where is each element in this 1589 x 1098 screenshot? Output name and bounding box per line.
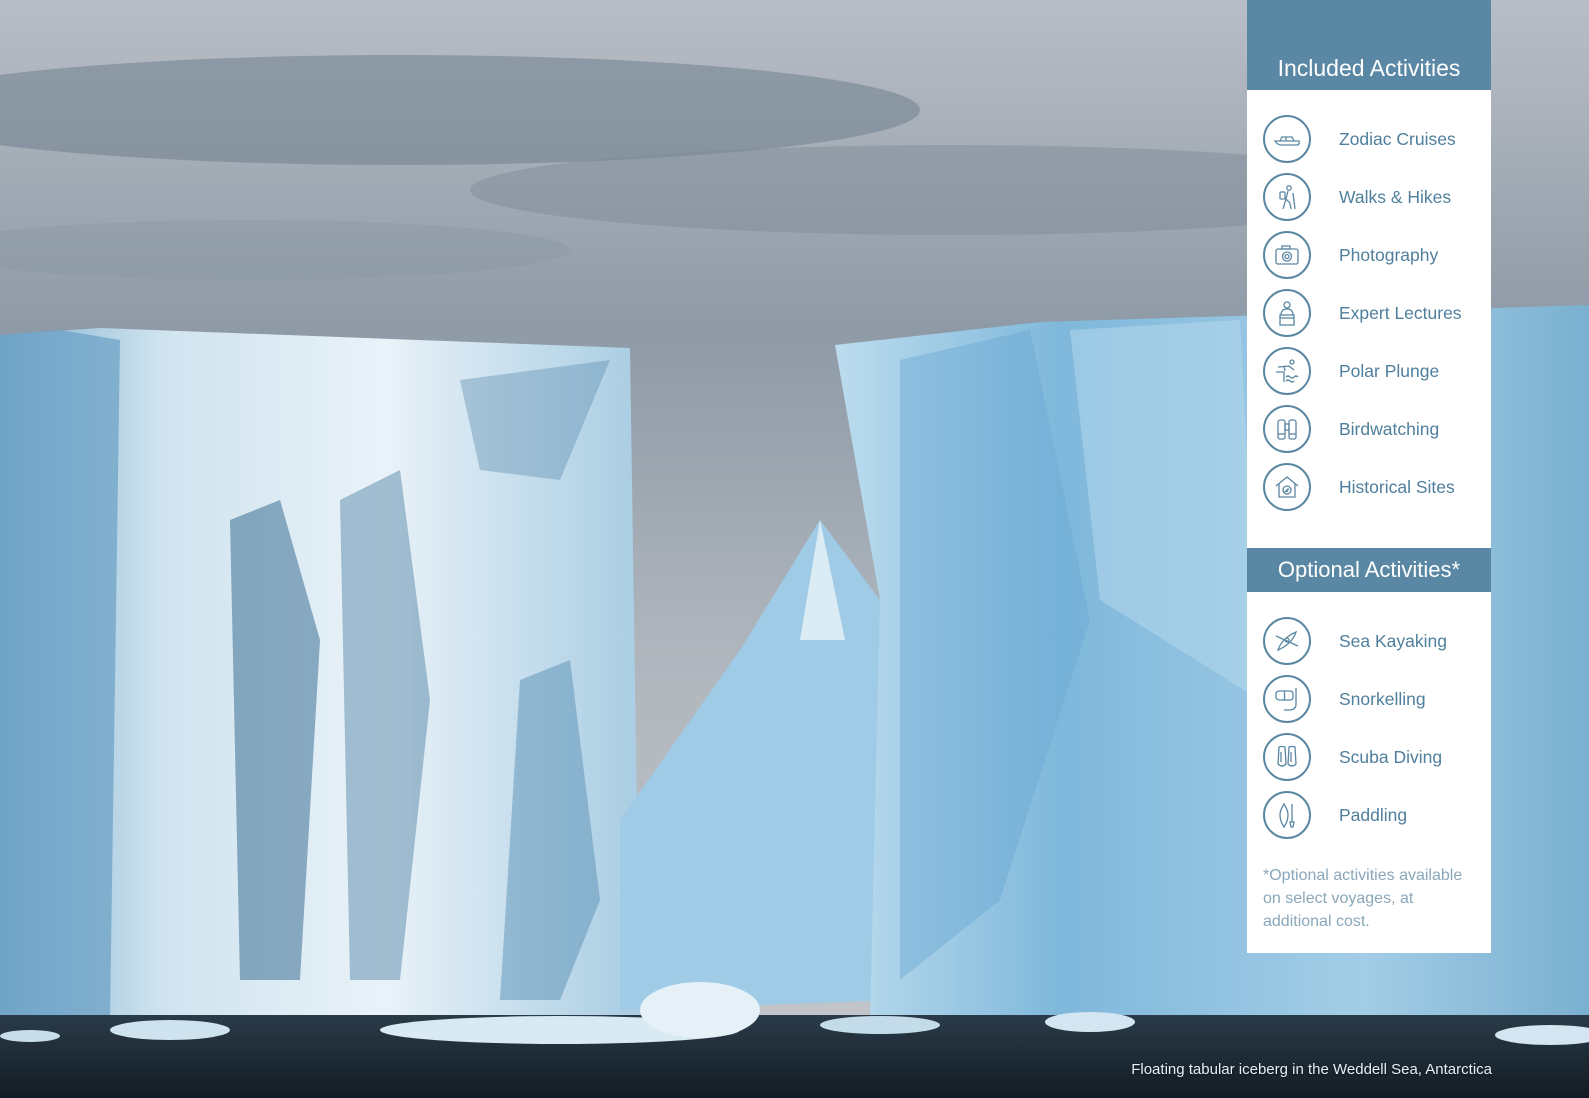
activity-label: Birdwatching: [1339, 418, 1440, 439]
activity-scuba-diving[interactable]: Scuba Diving: [1247, 728, 1491, 786]
camera-icon: [1263, 231, 1311, 279]
activity-label: Walks & Hikes: [1339, 186, 1452, 207]
kayak-icon: [1263, 617, 1311, 665]
activity-label: Expert Lectures: [1339, 302, 1462, 323]
paddle-board-icon: [1263, 791, 1311, 839]
zodiac-boat-icon: [1263, 115, 1311, 163]
activity-label: Photography: [1339, 244, 1439, 265]
included-activities-heading: Included Activities: [1247, 0, 1491, 90]
activity-label: Paddling: [1339, 804, 1408, 825]
activity-expert-lectures[interactable]: Expert Lectures: [1247, 284, 1491, 342]
lecturer-icon: [1263, 289, 1311, 337]
binoculars-icon: [1263, 405, 1311, 453]
activity-label: Sea Kayaking: [1339, 630, 1447, 651]
activity-photography[interactable]: Photography: [1247, 226, 1491, 284]
activity-polar-plunge[interactable]: Polar Plunge: [1247, 342, 1491, 400]
activity-sea-kayaking[interactable]: Sea Kayaking: [1247, 612, 1491, 670]
optional-activities-heading: Optional Activities*: [1247, 548, 1491, 592]
included-activities-list: Zodiac Cruises Walks & Hikes Photography…: [1247, 90, 1491, 516]
activity-label: Zodiac Cruises: [1339, 128, 1456, 149]
activity-walks-hikes[interactable]: Walks & Hikes: [1247, 168, 1491, 226]
activity-label: Historical Sites: [1339, 476, 1455, 497]
activity-birdwatching[interactable]: Birdwatching: [1247, 400, 1491, 458]
fins-icon: [1263, 733, 1311, 781]
photo-caption: Floating tabular iceberg in the Weddell …: [1131, 1061, 1492, 1078]
activity-label: Snorkelling: [1339, 688, 1426, 709]
diver-plunge-icon: [1263, 347, 1311, 395]
activity-snorkelling[interactable]: Snorkelling: [1247, 670, 1491, 728]
activity-historical-sites[interactable]: Historical Sites: [1247, 458, 1491, 516]
optional-footnote: *Optional activities available on select…: [1263, 867, 1463, 930]
optional-activities-list: Sea Kayaking Snorkelling Scuba Diving Pa…: [1247, 592, 1491, 844]
activity-label: Polar Plunge: [1339, 360, 1440, 381]
activities-panel: Included Activities Zodiac Cruises Walks…: [1247, 0, 1491, 953]
activity-label: Scuba Diving: [1339, 746, 1443, 767]
activity-zodiac-cruises[interactable]: Zodiac Cruises: [1247, 110, 1491, 168]
snorkel-mask-icon: [1263, 675, 1311, 723]
activity-paddling[interactable]: Paddling: [1247, 786, 1491, 844]
historic-house-icon: [1263, 463, 1311, 511]
hiker-icon: [1263, 173, 1311, 221]
